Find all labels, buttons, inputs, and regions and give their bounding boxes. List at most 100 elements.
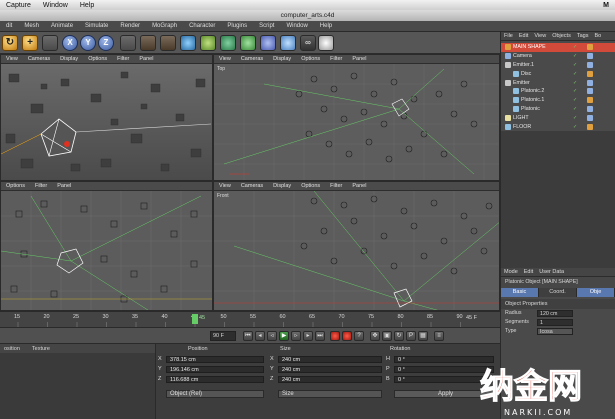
timeline-ruler[interactable]: 15202530354045505560657075808590 45 45 F [0, 311, 500, 328]
pos-z-input[interactable]: 116.688 cm [166, 376, 264, 383]
rotation-key-icon[interactable]: ↻ [394, 331, 404, 341]
tag-icon[interactable] [587, 123, 593, 130]
tag-icon[interactable] [587, 70, 593, 77]
object-manager-empty-area[interactable] [501, 130, 615, 268]
om-menu-bookmarks[interactable]: Bo [591, 33, 604, 39]
tag-icon[interactable] [587, 114, 593, 121]
am-menu-userdata[interactable]: User Data [536, 269, 567, 275]
scale-tool-icon[interactable] [42, 35, 58, 51]
menu-mesh[interactable]: Mesh [18, 23, 45, 29]
timeline-options-icon[interactable]: ≡ [434, 331, 444, 341]
mac-menu-window[interactable]: Window [37, 2, 74, 9]
coord-system-icon[interactable] [120, 35, 136, 51]
vp-top-menu-display[interactable]: Display [268, 56, 296, 62]
vp-top-menu-view[interactable]: View [214, 56, 236, 62]
coord-mode-dropdown[interactable]: Object (Rel) [166, 390, 264, 398]
visibility-check-icon[interactable]: ✓ [573, 88, 577, 94]
menu-window[interactable]: Window [280, 23, 313, 29]
tag-icon[interactable] [587, 79, 593, 86]
mac-status-icon[interactable]: M [597, 2, 615, 9]
mac-menu-help[interactable]: Help [74, 2, 100, 9]
light-icon[interactable] [318, 35, 334, 51]
visibility-check-icon[interactable]: ✓ [573, 106, 577, 112]
visibility-check-icon[interactable]: ✓ [573, 97, 577, 103]
tag-icon[interactable] [587, 88, 593, 95]
size-y-input[interactable]: 240 cm [278, 366, 382, 373]
perspective-viewport[interactable]: View Cameras Display Options Filter Pane… [0, 54, 213, 181]
visibility-check-icon[interactable]: ✓ [573, 53, 577, 59]
attr-radius-input[interactable]: 120 cm [537, 309, 573, 317]
go-start-icon[interactable]: ⏮ [243, 331, 253, 341]
object-row[interactable]: Emitter ✓ [501, 78, 615, 87]
object-row[interactable]: Platonic.2 ✓ [501, 87, 615, 96]
tag-icon[interactable] [587, 61, 593, 68]
visibility-check-icon[interactable]: ✓ [573, 62, 577, 68]
go-end-icon[interactable]: ⏭ [315, 331, 325, 341]
playhead-marker[interactable] [192, 314, 198, 324]
object-row[interactable]: LIGHT ✓ [501, 113, 615, 122]
next-frame-icon[interactable]: ▹ [291, 331, 301, 341]
visibility-check-icon[interactable]: ✓ [573, 80, 577, 86]
pos-x-input[interactable]: 378.15 cm [166, 356, 264, 363]
array-icon[interactable] [240, 35, 256, 51]
pla-key-icon[interactable]: ▦ [418, 331, 428, 341]
size-z-input[interactable]: 240 cm [278, 376, 382, 383]
visibility-check-icon[interactable]: ✓ [573, 44, 577, 50]
vp-right-menu-panel[interactable]: Panel [52, 183, 76, 189]
pos-y-input[interactable]: 196.146 cm [166, 366, 264, 373]
visibility-check-icon[interactable]: ✓ [573, 115, 577, 121]
move-tool-icon[interactable]: + [22, 35, 38, 51]
menu-help[interactable]: Help [314, 23, 338, 29]
tag-icon[interactable] [587, 105, 593, 112]
top-viewport[interactable]: View Cameras Display Options Filter Pane… [213, 54, 500, 181]
menu-render[interactable]: Render [114, 23, 146, 29]
vp-top-menu-filter[interactable]: Filter [325, 56, 347, 62]
vp-persp-menu-cameras[interactable]: Cameras [23, 56, 55, 62]
vp-front-menu-options[interactable]: Options [296, 183, 325, 189]
cube-icon[interactable] [180, 35, 196, 51]
vp-persp-menu-options[interactable]: Options [83, 56, 112, 62]
visibility-check-icon[interactable]: ✓ [573, 124, 577, 130]
keyframe-selection-icon[interactable]: ? [354, 331, 364, 341]
y-axis-button[interactable]: Y [80, 35, 96, 51]
object-row[interactable]: Disc ✓ [501, 69, 615, 78]
vp-top-menu-panel[interactable]: Panel [347, 56, 371, 62]
mac-menu-capture[interactable]: Capture [0, 2, 37, 9]
right-viewport[interactable]: Options Filter Panel [0, 181, 213, 311]
position-key-icon[interactable]: ✥ [370, 331, 380, 341]
menu-animate[interactable]: Animate [45, 23, 79, 29]
z-axis-button[interactable]: Z [98, 35, 114, 51]
size-x-input[interactable]: 240 cm [278, 356, 382, 363]
tag-icon[interactable] [587, 44, 593, 51]
tab-object[interactable]: Obje [577, 287, 615, 297]
tag-icon[interactable] [587, 97, 593, 104]
render-view-icon[interactable] [140, 35, 156, 51]
menu-edit[interactable]: dit [0, 23, 18, 29]
menu-character[interactable]: Character [183, 23, 221, 29]
vp-persp-menu-view[interactable]: View [1, 56, 23, 62]
object-row[interactable]: Camera ✓ [501, 52, 615, 61]
vp-front-menu-cameras[interactable]: Cameras [236, 183, 268, 189]
object-row[interactable]: MAIN SHAPE ✓ [501, 43, 615, 52]
menu-simulate[interactable]: Simulate [79, 23, 114, 29]
play-icon[interactable]: ▶ [279, 331, 289, 341]
vp-top-menu-cameras[interactable]: Cameras [236, 56, 268, 62]
spline-icon[interactable] [200, 35, 216, 51]
vp-front-menu-display[interactable]: Display [268, 183, 296, 189]
object-row[interactable]: Platonic ✓ [501, 105, 615, 114]
param-key-icon[interactable]: P [406, 331, 416, 341]
record-icon[interactable] [330, 331, 340, 341]
om-menu-file[interactable]: File [501, 33, 516, 39]
size-mode-dropdown[interactable]: Size [278, 390, 382, 398]
visibility-check-icon[interactable]: ✓ [573, 71, 577, 77]
object-row[interactable]: Emitter.1 ✓ [501, 61, 615, 70]
attr-segments-input[interactable]: 1 [537, 318, 573, 326]
vp-persp-menu-filter[interactable]: Filter [112, 56, 134, 62]
frame-field[interactable]: 90 F [210, 331, 236, 341]
object-row[interactable]: FLOOR ✓ [501, 122, 615, 131]
material-menu-texture[interactable]: Texture [24, 346, 58, 352]
vp-front-menu-view[interactable]: View [214, 183, 236, 189]
front-viewport[interactable]: View Cameras Display Options Filter Pane… [213, 181, 500, 311]
menu-plugins[interactable]: Plugins [221, 23, 253, 29]
vp-front-menu-filter[interactable]: Filter [325, 183, 347, 189]
